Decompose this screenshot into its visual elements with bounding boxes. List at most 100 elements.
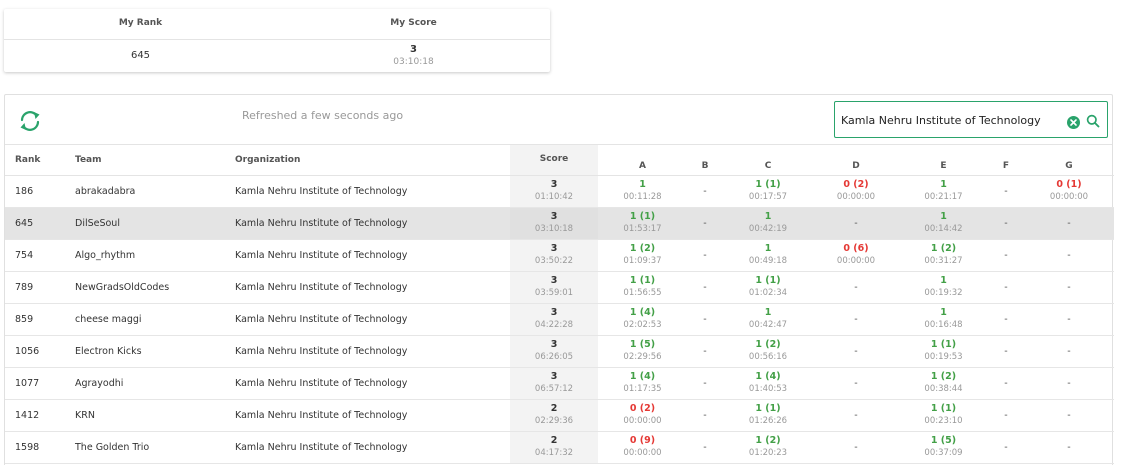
solve-time: 02:29:56	[623, 352, 662, 362]
team-name[interactable]: The Golden Trio	[67, 431, 235, 463]
score-cell: 3 06:57:12	[510, 367, 598, 399]
no-attempt: -	[1067, 281, 1071, 293]
no-attempt: -	[854, 441, 858, 453]
attempt-result: 1 (1)	[755, 275, 781, 286]
refresh-status: Refreshed a few seconds ago	[242, 109, 404, 122]
attempt-result: 1 (1)	[629, 211, 656, 222]
table-row[interactable]: 1056 Electron Kicks Kamla Nehru Institute …	[5, 335, 1114, 367]
no-attempt: -	[703, 185, 707, 197]
attempt-result: 1 (2)	[629, 243, 656, 254]
no-attempt: -	[703, 281, 707, 293]
no-attempt: -	[703, 345, 707, 357]
problem-cell: -	[988, 271, 1024, 303]
problem-cell: 1 (4) 01:17:35	[598, 367, 687, 399]
score-value: 3	[550, 307, 558, 318]
table-row[interactable]: 1077 Agrayodhi Kamla Nehru Institute of Te…	[5, 367, 1114, 399]
table-header: Rank Team Organization Score A B C D E F…	[5, 145, 1114, 176]
attempt-result: 1	[940, 211, 947, 222]
attempt-result: 1 (1)	[930, 339, 957, 350]
problem-cell: -	[687, 431, 723, 463]
solve-time: 00:00:00	[1049, 192, 1089, 202]
table-row[interactable]: 789 NewGradsOldCodes Kamla Nehru Institute…	[5, 271, 1114, 303]
problem-cell: -	[813, 303, 899, 335]
solve-time: 01:53:17	[623, 224, 662, 234]
no-attempt: -	[703, 217, 707, 229]
problem-cell: -	[1024, 399, 1114, 431]
no-attempt: -	[703, 249, 707, 261]
attempt-result: 1 (2)	[930, 243, 957, 254]
no-attempt: -	[703, 441, 707, 453]
search-input[interactable]	[841, 111, 1063, 129]
team-name[interactable]: NewGradsOldCodes	[67, 271, 235, 303]
team-name[interactable]: KRN	[67, 399, 235, 431]
column-problem: B	[687, 145, 723, 176]
team-name[interactable]: abrakadabra	[67, 175, 235, 207]
no-attempt: -	[1067, 217, 1071, 229]
solve-time: 00:23:10	[924, 416, 963, 426]
attempt-result: 0 (1)	[1056, 179, 1082, 190]
clear-circle-icon[interactable]	[1067, 114, 1080, 129]
my-score-label: My Score	[277, 9, 550, 40]
team-name[interactable]: Electron Kicks	[67, 335, 235, 367]
score-cell: 2 04:17:32	[510, 431, 598, 463]
search-box[interactable]	[834, 101, 1108, 138]
problem-cell: -	[813, 367, 899, 399]
solve-time: 00:16:48	[924, 320, 963, 330]
problem-cell: 1 (2) 01:09:37	[598, 239, 687, 271]
no-attempt: -	[854, 345, 858, 357]
table-row[interactable]: 859 cheese maggi Kamla Nehru Institute of …	[5, 303, 1114, 335]
solve-time: 01:09:37	[623, 256, 662, 266]
no-attempt: -	[703, 313, 707, 325]
problem-cell: 1 (2) 00:38:44	[899, 367, 988, 399]
penalty-time: 04:17:32	[534, 448, 574, 458]
problem-cell: 1 00:11:28	[598, 175, 687, 207]
problem-cell: 1 00:42:47	[723, 303, 813, 335]
search-icon[interactable]	[1086, 113, 1100, 128]
problem-cell: -	[1024, 303, 1114, 335]
attempt-result: 0 (6)	[843, 243, 869, 254]
table-row[interactable]: 1598 The Golden Trio Kamla Nehru Institute…	[5, 431, 1114, 463]
team-name[interactable]: cheese maggi	[67, 303, 235, 335]
problem-cell: -	[813, 271, 899, 303]
problem-cell: -	[687, 207, 723, 239]
attempt-result: 1 (5)	[629, 339, 656, 350]
solve-time: 00:49:18	[748, 256, 788, 266]
table-row[interactable]: 1412 KRN Kamla Nehru Institute of Technolo…	[5, 399, 1114, 431]
problem-cell: -	[687, 175, 723, 207]
solve-time: 00:11:28	[623, 192, 662, 202]
score-value: 2	[550, 435, 558, 446]
score-value: 3	[550, 179, 558, 190]
column-problem: C	[723, 145, 813, 176]
my-rank-card: My Rank 645 My Score 3 03:10:18	[4, 9, 550, 72]
no-attempt: -	[1004, 217, 1008, 229]
rank-cell: 1412	[15, 409, 40, 421]
table-row[interactable]: 186 abrakadabra Kamla Nehru Institute of T…	[5, 175, 1114, 207]
team-name[interactable]: DilSeSoul	[67, 207, 235, 239]
problem-cell: 1 (1) 01:02:34	[723, 271, 813, 303]
problem-cell: 1 (4) 02:02:53	[598, 303, 687, 335]
solve-time: 00:21:17	[924, 192, 963, 202]
score-value: 2	[550, 403, 558, 414]
problem-cell: 0 (2) 00:00:00	[598, 399, 687, 431]
table-row[interactable]: 754 Algo_rhythm Kamla Nehru Institute of T…	[5, 239, 1114, 271]
refresh-icon[interactable]	[17, 109, 43, 133]
problem-cell: -	[988, 367, 1024, 399]
solve-time: 01:40:53	[748, 384, 788, 394]
attempt-result: 1 (1)	[629, 275, 656, 286]
problem-cell: 1 (1) 01:53:17	[598, 207, 687, 239]
no-attempt: -	[854, 313, 858, 325]
table-row[interactable]: 645 DilSeSoul Kamla Nehru Institute of Tec…	[5, 207, 1114, 239]
solve-time: 00:00:00	[836, 256, 876, 266]
problem-cell: 0 (9) 00:00:00	[598, 431, 687, 463]
no-attempt: -	[1004, 345, 1008, 357]
no-attempt: -	[703, 377, 707, 389]
problem-cell: 1 (2) 00:56:16	[723, 335, 813, 367]
solve-time: 00:42:19	[748, 224, 788, 234]
organization-name: Kamla Nehru Institute of Technology	[235, 249, 408, 261]
problem-cell: -	[813, 431, 899, 463]
solve-time: 01:20:23	[748, 448, 788, 458]
attempt-result: 1	[639, 179, 646, 190]
team-name[interactable]: Agrayodhi	[67, 367, 235, 399]
team-name[interactable]: Algo_rhythm	[67, 239, 235, 271]
solve-time: 01:17:35	[623, 384, 662, 394]
